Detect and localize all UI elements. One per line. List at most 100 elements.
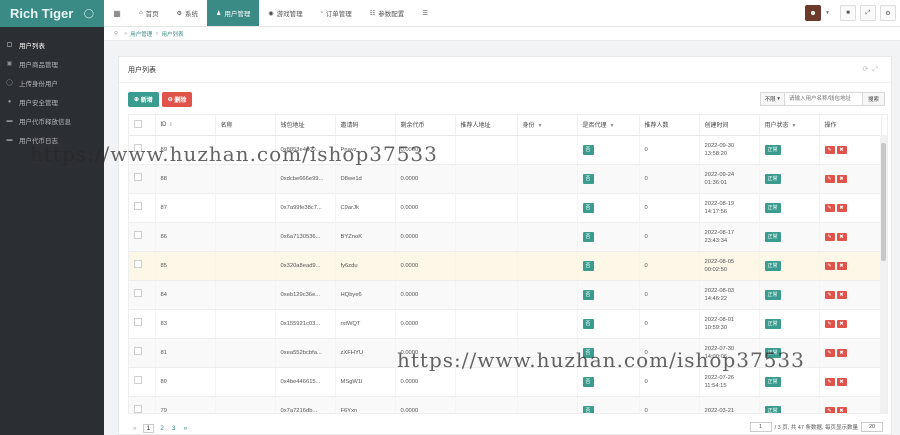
tab-2[interactable]: ♟ 用户管理 bbox=[207, 0, 260, 26]
tab-5[interactable]: ☷ 参数配置 bbox=[361, 0, 413, 26]
chevron-down-icon[interactable]: ▼ bbox=[825, 10, 830, 16]
close-icon[interactable]: ✖ bbox=[836, 232, 847, 241]
expand-icon[interactable]: ⤢ bbox=[872, 66, 882, 73]
close-icon[interactable]: ✖ bbox=[836, 203, 847, 212]
agent-badge[interactable]: 否 bbox=[582, 144, 594, 155]
status-badge[interactable]: 正常 bbox=[764, 173, 781, 184]
select-all-checkbox[interactable] bbox=[134, 119, 142, 128]
row-checkbox[interactable] bbox=[134, 376, 142, 384]
table-row[interactable]: 84 0xeb129c36e... HQbye6 0.0000 否 0 2022-08-03… bbox=[129, 280, 882, 310]
row-checkbox[interactable] bbox=[134, 289, 142, 297]
sidebar-item-0[interactable]: ▢ 用户列表 bbox=[0, 35, 104, 54]
breadcrumb-item-user-mgmt[interactable]: 用户管理 bbox=[130, 30, 152, 38]
row-checkbox[interactable] bbox=[134, 347, 142, 355]
prev-page-button[interactable]: « bbox=[131, 425, 139, 432]
table-row[interactable]: 79 0x7a7216db... F6Yxn 0.0000 否 0 2022-03-21 正常… bbox=[129, 396, 882, 413]
close-icon[interactable]: ✖ bbox=[836, 377, 847, 386]
agent-badge[interactable]: 否 bbox=[582, 202, 594, 213]
sort-icon[interactable]: ⇕ bbox=[169, 122, 173, 128]
row-checkbox[interactable] bbox=[134, 144, 142, 152]
table-row[interactable]: 88 0xdcbe666e99... D8we1d 0.0000 否 0 2022-09-2… bbox=[129, 164, 882, 194]
vertical-scrollbar[interactable] bbox=[880, 135, 887, 413]
agent-badge[interactable]: 否 bbox=[582, 405, 594, 413]
close-icon[interactable]: ✖ bbox=[836, 348, 847, 357]
edit-icon[interactable]: ✎ bbox=[824, 145, 835, 154]
trash-icon[interactable]: ■ bbox=[840, 5, 856, 21]
status-badge[interactable]: 正常 bbox=[764, 260, 781, 271]
sidebar-item-4[interactable]: ▬ 用户代币释放信息 bbox=[0, 111, 104, 130]
sidebar-item-2[interactable]: ◯ 上传身份用户 bbox=[0, 73, 104, 92]
status-badge[interactable]: 正常 bbox=[764, 202, 781, 213]
add-button[interactable]: ⊕ 新增 bbox=[128, 91, 159, 107]
edit-icon[interactable]: ✎ bbox=[824, 232, 835, 241]
sidebar-item-3[interactable]: ● 用户安全管理 bbox=[0, 92, 104, 111]
filter-icon[interactable]: ▼ bbox=[792, 123, 797, 129]
tab-0[interactable]: ⌂ 首页 bbox=[130, 0, 168, 26]
filter-icon[interactable]: ▼ bbox=[538, 123, 543, 129]
edit-icon[interactable]: ✎ bbox=[824, 406, 835, 413]
limit-dropdown[interactable]: 不限 ▾ bbox=[759, 92, 785, 106]
search-input[interactable] bbox=[784, 92, 863, 106]
agent-badge[interactable]: 否 bbox=[582, 347, 594, 358]
row-checkbox[interactable] bbox=[134, 231, 142, 239]
filter-icon[interactable]: ▼ bbox=[610, 123, 615, 129]
row-checkbox[interactable] bbox=[134, 202, 142, 210]
edit-icon[interactable]: ✎ bbox=[824, 377, 835, 386]
status-badge[interactable]: 正常 bbox=[764, 231, 781, 242]
agent-badge[interactable]: 否 bbox=[582, 318, 594, 329]
status-badge[interactable]: 正常 bbox=[764, 289, 781, 300]
col-id[interactable]: ID ⇕ bbox=[155, 115, 216, 136]
agent-badge[interactable]: 否 bbox=[582, 173, 594, 184]
page-1-button[interactable]: 1 bbox=[142, 424, 155, 433]
row-checkbox[interactable] bbox=[134, 318, 142, 326]
table-row[interactable]: 89 0x8853e4d00... Pnavz 0.0000 否 0 2022-09-30 … bbox=[129, 135, 882, 165]
close-icon[interactable]: ✖ bbox=[836, 261, 847, 270]
close-icon[interactable]: ✖ bbox=[836, 174, 847, 183]
delete-button[interactable]: ⊖ 删除 bbox=[161, 91, 193, 107]
status-badge[interactable]: 正常 bbox=[764, 318, 781, 329]
edit-icon[interactable]: ✎ bbox=[824, 319, 835, 328]
page-size-select[interactable]: 20 bbox=[861, 422, 883, 432]
agent-badge[interactable]: 否 bbox=[582, 260, 594, 271]
agent-badge[interactable]: 否 bbox=[582, 376, 594, 387]
app-logo[interactable]: Rich Tiger bbox=[10, 6, 73, 21]
table-row[interactable]: 81 0xea552bcbfa... zXFHYU 0.0000 否 0 2022-07-3… bbox=[129, 338, 882, 368]
edit-icon[interactable]: ✎ bbox=[824, 348, 835, 357]
status-badge[interactable]: 正常 bbox=[764, 144, 781, 155]
agent-badge[interactable]: 否 bbox=[582, 289, 594, 300]
close-icon[interactable]: ✖ bbox=[836, 406, 847, 413]
avatar[interactable]: ☻ bbox=[805, 5, 822, 21]
status-badge[interactable]: 正常 bbox=[764, 376, 781, 387]
table-row[interactable]: 80 0x4be446615... MSgW1l 0.0000 否 0 2022-07-26… bbox=[129, 367, 882, 397]
more-tabs-icon[interactable]: ☰ bbox=[413, 0, 437, 26]
row-checkbox[interactable] bbox=[134, 260, 142, 268]
table-row[interactable]: 83 0x155921c03... rxtWQT 0.0000 否 0 2022-08-01… bbox=[129, 309, 882, 339]
status-badge[interactable]: 正常 bbox=[764, 405, 781, 413]
close-icon[interactable]: ✖ bbox=[836, 290, 847, 299]
table-row[interactable]: 87 0x7a99fe38c7... C9arJk 0.0000 否 0 2022-08-1… bbox=[129, 193, 882, 223]
close-icon[interactable]: ✖ bbox=[836, 319, 847, 328]
page-number-input[interactable]: 1 bbox=[749, 422, 772, 432]
tab-4[interactable]: ▫ 订单管理 bbox=[312, 0, 361, 26]
menu-grid-icon[interactable]: ▦ bbox=[104, 0, 130, 26]
edit-icon[interactable]: ✎ bbox=[824, 261, 835, 270]
agent-badge[interactable]: 否 bbox=[582, 231, 594, 242]
scrollbar-thumb[interactable] bbox=[881, 143, 886, 261]
page-3-button[interactable]: 3 bbox=[170, 425, 178, 432]
edit-icon[interactable]: ✎ bbox=[824, 203, 835, 212]
fullscreen-icon[interactable]: ⤢ bbox=[860, 5, 876, 21]
breadcrumb-item-user-list[interactable]: 用户列表 bbox=[161, 30, 183, 38]
edit-icon[interactable]: ✎ bbox=[824, 290, 835, 299]
next-page-button[interactable]: » bbox=[182, 425, 190, 432]
row-checkbox[interactable] bbox=[134, 405, 142, 413]
row-checkbox[interactable] bbox=[134, 173, 142, 181]
search-button[interactable]: 搜索 bbox=[862, 92, 885, 106]
edit-icon[interactable]: ✎ bbox=[824, 174, 835, 183]
tab-1[interactable]: ⚙ 系统 bbox=[168, 0, 207, 26]
sidebar-item-1[interactable]: ▣ 用户商品管理 bbox=[0, 54, 104, 73]
status-badge[interactable]: 正常 bbox=[764, 347, 781, 358]
ring-icon[interactable]: ◯ bbox=[84, 8, 94, 19]
refresh-icon[interactable]: ⟳ bbox=[863, 66, 873, 73]
table-row[interactable]: 85 0x320a8ead9... fy6zdu 0.0000 否 0 2022-08-05… bbox=[129, 251, 882, 281]
sidebar-item-5[interactable]: ▬ 用户代币日志 bbox=[0, 130, 104, 149]
